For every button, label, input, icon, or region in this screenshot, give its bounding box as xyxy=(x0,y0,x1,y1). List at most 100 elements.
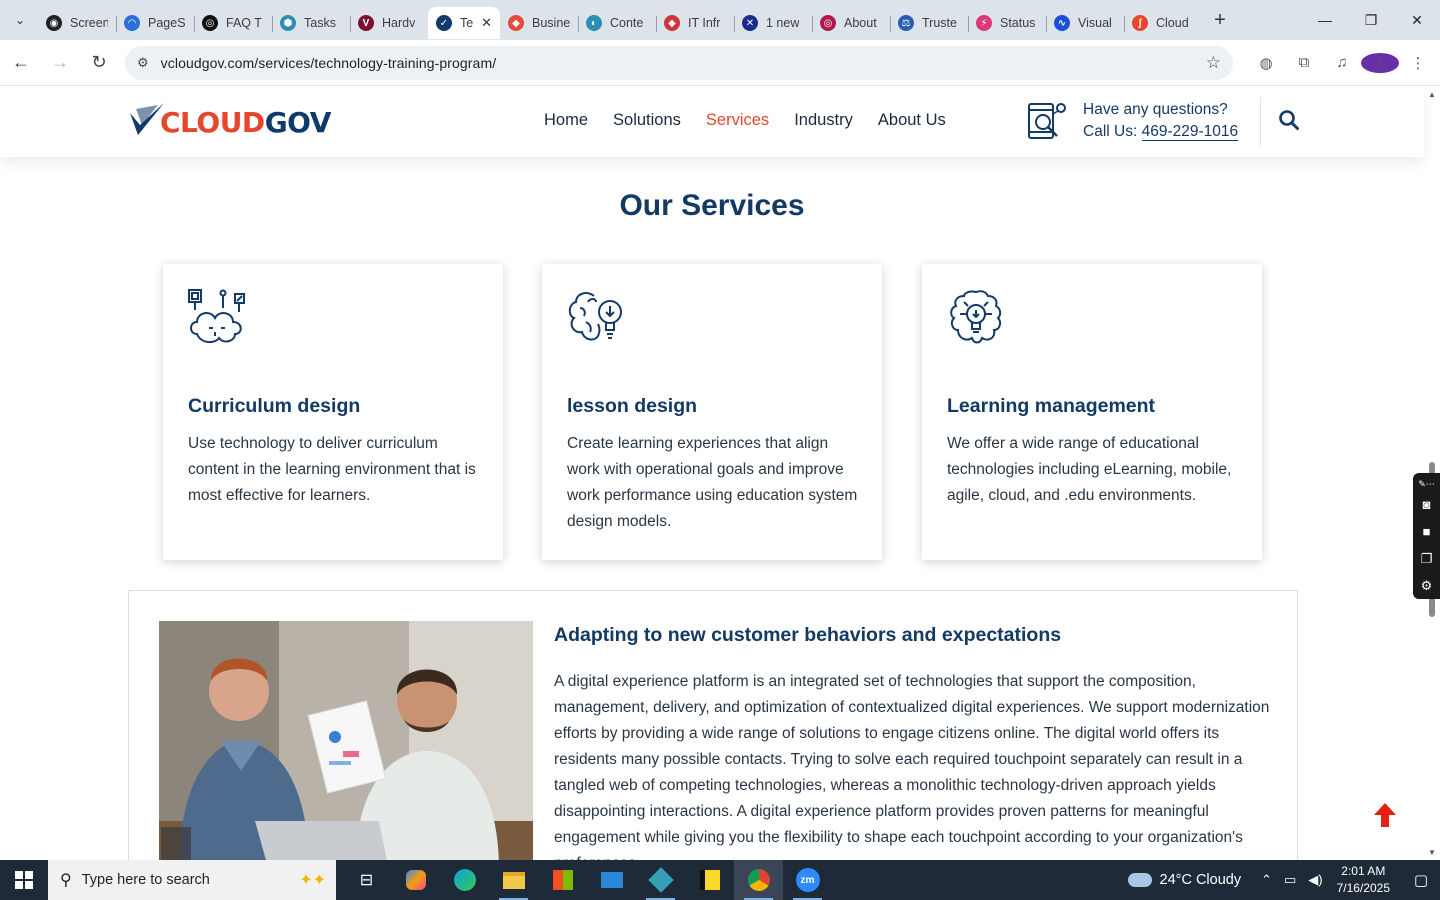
cloud-icon xyxy=(1127,873,1152,887)
scroll-down-arrow-icon[interactable]: ▼ xyxy=(1428,848,1436,857)
file-explorer-app[interactable] xyxy=(489,860,538,900)
nav-link-services[interactable]: Services xyxy=(706,111,769,130)
extensions-icon[interactable]: ⧉ xyxy=(1285,54,1323,71)
phone-link[interactable]: 469-229-1016 xyxy=(1141,123,1239,141)
browser-tab[interactable]: ʃ Cloud xyxy=(1124,7,1202,39)
site-logo[interactable]: CLOUDGOV xyxy=(128,99,331,139)
scroll-to-top-button[interactable] xyxy=(1374,803,1396,832)
sticky-notes-app[interactable] xyxy=(685,860,734,900)
store-app[interactable] xyxy=(538,860,587,900)
task-view-button[interactable]: ⊟ xyxy=(342,860,391,900)
browser-tab[interactable]: V Hardv xyxy=(350,7,428,39)
browser-tab[interactable]: ◆ IT Infr xyxy=(656,7,734,39)
profile-button[interactable]: t xyxy=(1361,52,1399,73)
translate-icon[interactable]: ◍ xyxy=(1247,54,1285,72)
gear-icon[interactable]: ⚙ xyxy=(1421,572,1433,599)
volume-icon[interactable]: ◀) xyxy=(1308,872,1322,888)
address-bar[interactable]: ⚙ vcloudgov.com/services/technology-trai… xyxy=(125,45,1233,80)
tab-favicon-icon: ∿ xyxy=(1054,15,1070,31)
search-icon: ⚲ xyxy=(60,872,72,889)
tab-favicon-icon: ⚡ xyxy=(976,15,992,31)
chrome-app[interactable] xyxy=(734,860,783,900)
browser-tab[interactable]: ⬢ Tasks xyxy=(272,7,350,39)
weather-widget[interactable]: 24°C Cloudy xyxy=(1127,872,1241,888)
chrome-icon xyxy=(747,869,770,891)
browser-tab[interactable]: ⚡ Status xyxy=(968,7,1046,39)
nav-link-about-us[interactable]: About Us xyxy=(878,111,946,130)
service-card-curriculum: Curriculum design Use technology to deli… xyxy=(163,264,503,560)
tab-title: PageS xyxy=(148,16,186,30)
section-title: Our Services xyxy=(619,189,805,222)
scroll-up-arrow-icon[interactable]: ▲ xyxy=(1428,90,1436,99)
arrow-right-icon: → xyxy=(51,52,69,72)
menu-kebab-icon[interactable]: ⋮ xyxy=(1399,54,1437,72)
card-text: Use technology to deliver curriculum con… xyxy=(188,435,476,504)
browser-tab[interactable]: ⚖ Truste xyxy=(890,7,968,39)
task-view-icon: ⊟ xyxy=(359,872,374,889)
notifications-button[interactable]: ▢ xyxy=(1402,860,1440,900)
network-icon[interactable]: ▭ xyxy=(1284,872,1296,888)
mail-app[interactable] xyxy=(587,860,636,900)
card-text: We offer a wide range of educational tec… xyxy=(947,435,1232,504)
nav-link-home[interactable]: Home xyxy=(544,111,588,130)
nav-link-industry[interactable]: Industry xyxy=(794,111,853,130)
tab-title: Conte xyxy=(610,16,644,30)
logo-check-icon xyxy=(130,103,164,135)
windows-logo-icon xyxy=(15,871,33,889)
camera-icon[interactable]: ◙ xyxy=(1423,491,1431,518)
feature-title: Adapting to new customer behaviors and e… xyxy=(554,624,1062,646)
tab-search-button[interactable]: ⌄ xyxy=(6,6,34,34)
tab-title: About xyxy=(844,16,877,30)
forward-button[interactable]: → xyxy=(42,45,78,81)
browser-tab[interactable]: ◎ About xyxy=(812,7,890,39)
window-capture-icon[interactable]: ❐ xyxy=(1421,545,1433,572)
diamond-app-icon xyxy=(647,867,674,893)
clock[interactable]: 2:01 AM 7/16/2025 xyxy=(1337,863,1390,897)
new-tab-button[interactable]: + xyxy=(1206,6,1234,34)
window-controls: — ❐ ✕ xyxy=(1302,0,1440,40)
media-control-icon[interactable]: ♫ xyxy=(1323,54,1361,71)
browser-tab[interactable]: ◉ Screen xyxy=(38,7,116,39)
feature-text: A digital experience platform is an inte… xyxy=(554,673,1270,860)
back-button[interactable]: ← xyxy=(3,45,39,81)
tab-favicon-icon: V xyxy=(358,15,374,31)
search-icon xyxy=(1279,110,1299,130)
minimize-button[interactable]: — xyxy=(1302,0,1348,40)
tab-favicon-icon: ◆ xyxy=(508,15,524,31)
notification-icon: ▢ xyxy=(1413,872,1429,889)
browser-tab[interactable]: ◆ Busine xyxy=(500,7,578,39)
taskbar-search-box[interactable]: ⚲ Type here to search ✦✦ xyxy=(48,860,336,900)
tab-list: ◉ Screen ◠ PageS ◎ FAQ T ⬢ Tasks V Hardv ✓ Te ✕ ◆ Busi… xyxy=(38,0,1202,40)
zoom-app[interactable]: zm xyxy=(783,860,832,900)
site-search-button[interactable] xyxy=(1278,109,1300,136)
dev-app[interactable] xyxy=(636,860,685,900)
browser-tab[interactable]: ∿ Visual xyxy=(1046,7,1124,39)
clock-date: 7/16/2025 xyxy=(1336,881,1390,895)
tab-favicon-icon: ⬢ xyxy=(280,15,296,31)
bookmark-star-icon[interactable]: ☆ xyxy=(1206,53,1221,73)
close-window-button[interactable]: ✕ xyxy=(1394,0,1440,40)
card-title: lesson design xyxy=(567,395,698,417)
restore-button[interactable]: ❐ xyxy=(1348,0,1394,40)
tab-favicon-icon: ◎ xyxy=(820,15,836,31)
pen-icon[interactable]: ✎⋯ xyxy=(1418,477,1435,491)
site-info-icon[interactable]: ⚙ xyxy=(137,55,149,71)
video-camera-icon[interactable]: ■ xyxy=(1423,518,1431,545)
close-tab-icon[interactable]: ✕ xyxy=(481,15,492,31)
browser-tab[interactable]: ◎ FAQ T xyxy=(194,7,272,39)
start-button[interactable] xyxy=(0,860,48,900)
browser-tab[interactable]: ✕ 1 new xyxy=(734,7,812,39)
reload-button[interactable]: ↻ xyxy=(81,45,117,81)
nav-link-solutions[interactable]: Solutions xyxy=(613,111,681,130)
reload-icon: ↻ xyxy=(91,52,107,72)
edge-app[interactable] xyxy=(440,860,489,900)
copilot-app[interactable] xyxy=(391,860,440,900)
browser-tab[interactable]: ◠ PageS xyxy=(116,7,194,39)
tab-favicon-icon: ◎ xyxy=(202,15,218,31)
browser-tab[interactable]: ✓ Te ✕ xyxy=(428,7,500,39)
browser-tab[interactable]: ◐ Conte xyxy=(578,7,656,39)
page-viewport: CLOUDGOV Home Solutions Services Industry Ab… xyxy=(0,87,1440,860)
phone-support-icon xyxy=(1028,103,1066,139)
chevron-up-icon[interactable]: ⌃ xyxy=(1261,872,1272,888)
url-text[interactable]: vcloudgov.com/services/technology-traini… xyxy=(161,55,497,71)
